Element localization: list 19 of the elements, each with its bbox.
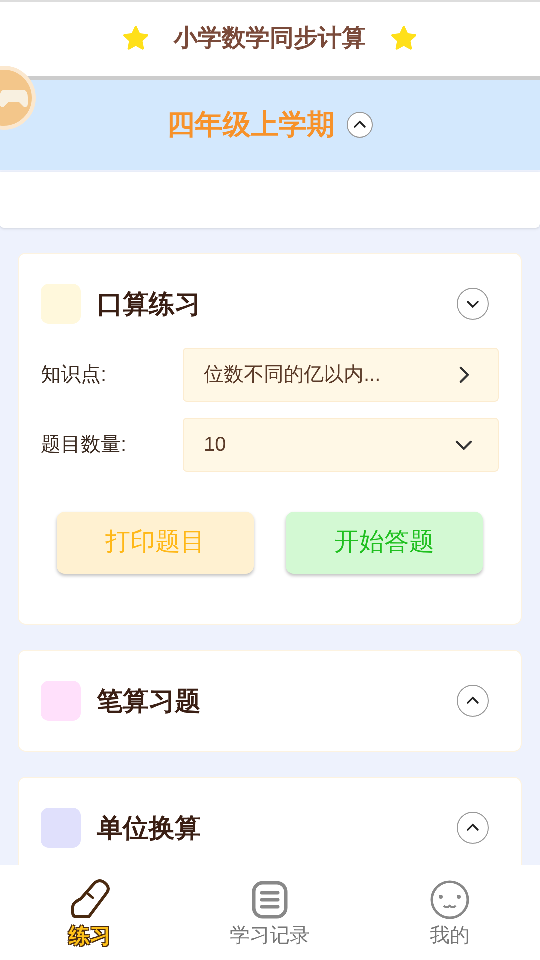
nav-tab[interactable]: 学习记录	[180, 879, 360, 951]
expand-button[interactable]	[457, 288, 489, 320]
grade-title: 四年级上学期	[167, 108, 335, 142]
collapse-button[interactable]	[347, 112, 373, 138]
picker-field[interactable]: 位数不同的亿以内...	[183, 348, 499, 402]
collapse-button[interactable]	[457, 685, 489, 717]
section-title: 口算练习	[97, 288, 202, 320]
field-label: 题目数量:	[41, 433, 128, 458]
smiley-icon	[430, 880, 470, 920]
star-icon	[122, 25, 150, 53]
collapse-button[interactable]	[457, 812, 489, 844]
star-icon	[390, 25, 418, 53]
select-field[interactable]: 10	[183, 418, 499, 472]
section-title: 单位换算	[97, 812, 202, 844]
section-title: 笔算习题	[97, 684, 202, 718]
list-icon	[252, 881, 288, 919]
nav-tab[interactable]: 我的	[360, 879, 540, 951]
field-label: 知识点:	[41, 363, 108, 388]
app-title: 小学数学同步计算	[174, 24, 366, 54]
